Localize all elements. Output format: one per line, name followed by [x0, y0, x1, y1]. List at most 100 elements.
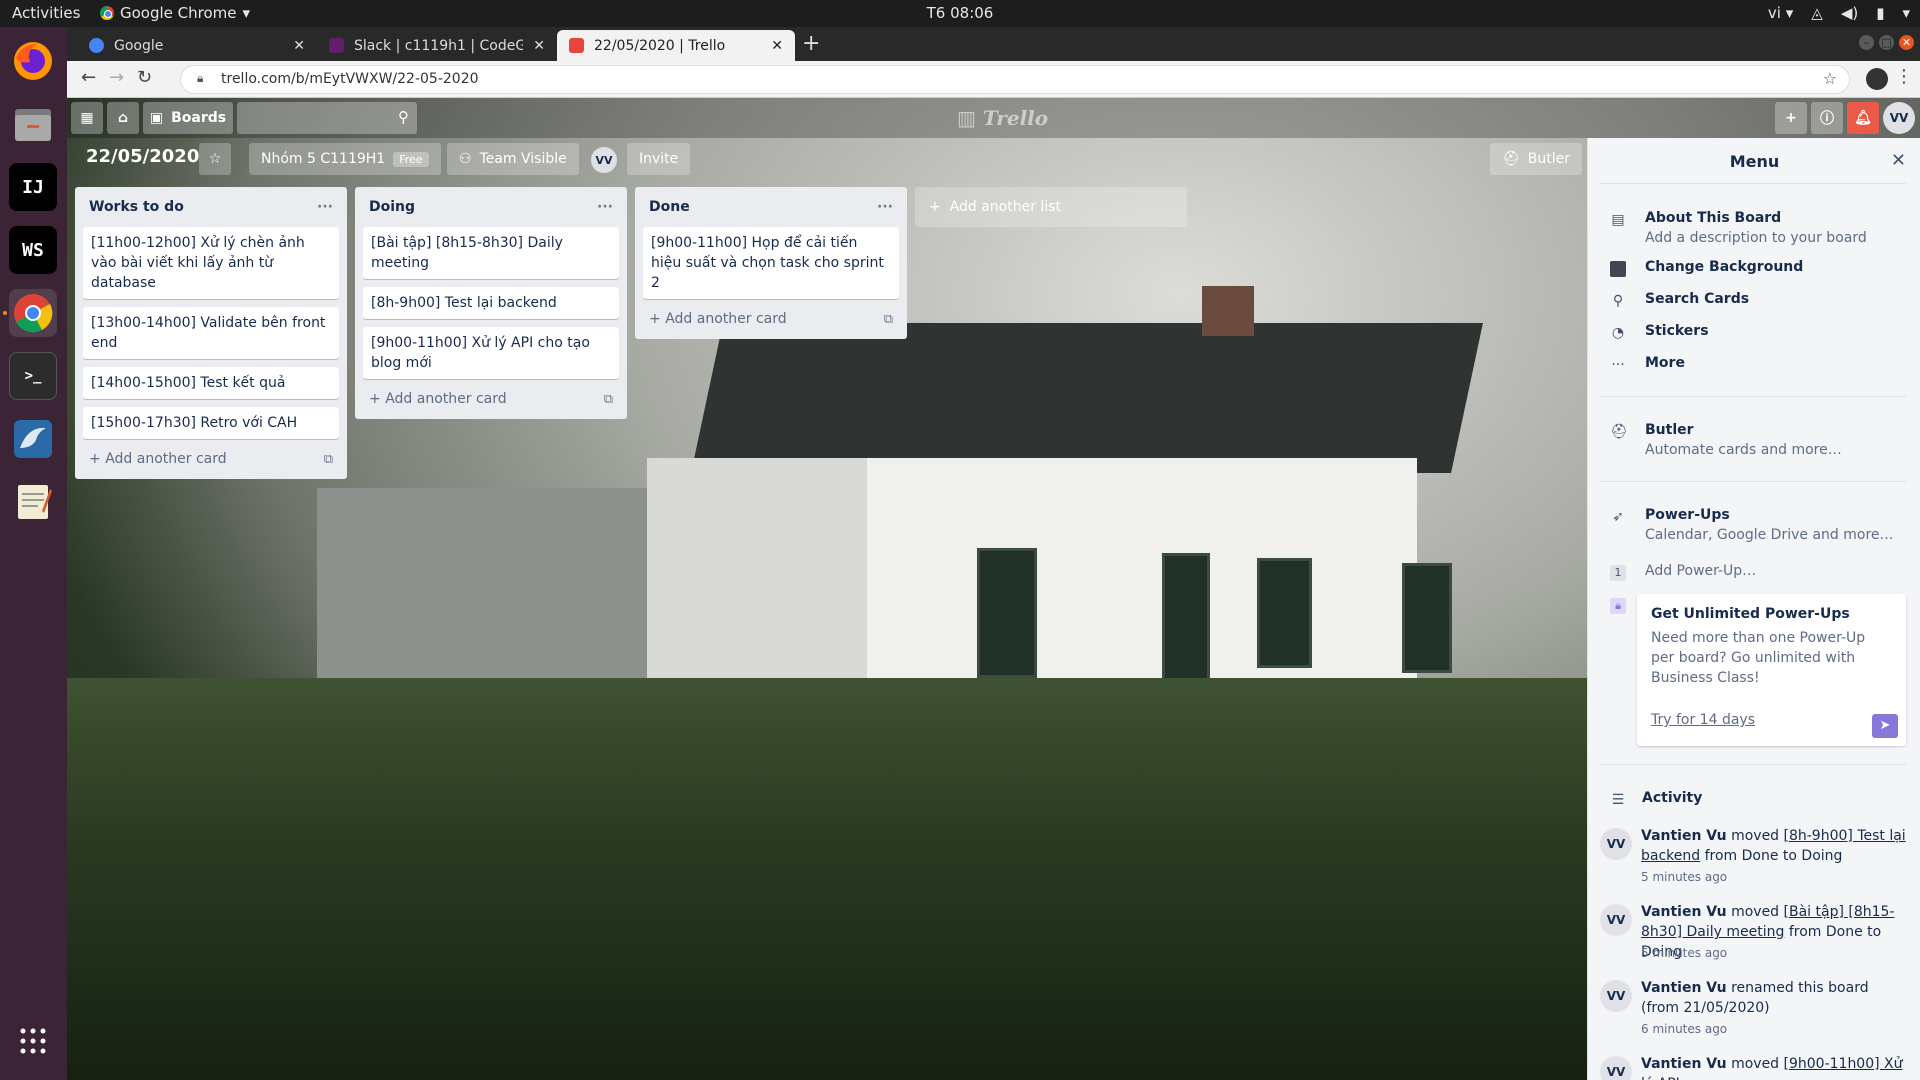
- back-arrow-icon[interactable]: ←: [81, 67, 96, 88]
- list-title[interactable]: Doing: [369, 199, 415, 215]
- list-menu-icon[interactable]: ···: [597, 199, 613, 215]
- list-header[interactable]: Doing ···: [363, 187, 619, 227]
- team-button[interactable]: Nhóm 5 C1119H1 Free: [249, 143, 441, 175]
- butler-button[interactable]: ⛑︎ Butler: [1490, 143, 1583, 175]
- boards-button[interactable]: ▣ Boards: [143, 102, 233, 134]
- user-avatar[interactable]: VV: [1883, 102, 1915, 134]
- text-editor-icon[interactable]: [9, 478, 57, 526]
- close-tab-icon[interactable]: ✕: [771, 38, 783, 54]
- try-free-link[interactable]: Try for 14 days: [1651, 712, 1755, 728]
- card[interactable]: [14h00-15h00] Test kết quả: [83, 367, 339, 399]
- trello-logo[interactable]: ▥ Trello: [957, 106, 1048, 130]
- card[interactable]: [15h00-17h30] Retro với CAH: [83, 407, 339, 439]
- volume-icon[interactable]: ◀): [1841, 4, 1858, 22]
- activities-button[interactable]: Activities: [12, 4, 80, 22]
- send-icon[interactable]: ➤: [1872, 714, 1898, 738]
- new-tab-button[interactable]: +: [802, 31, 820, 56]
- menu-item-more[interactable]: ··· More: [1610, 355, 1910, 375]
- files-icon[interactable]: [9, 100, 57, 148]
- network-icon[interactable]: ◬: [1811, 4, 1823, 22]
- keyboard-layout-indicator[interactable]: vi ▾: [1768, 4, 1793, 22]
- invite-button[interactable]: Invite: [627, 143, 691, 175]
- tab-google[interactable]: Google ✕: [77, 30, 317, 61]
- activity-avatar[interactable]: VV: [1600, 980, 1632, 1012]
- add-card-button[interactable]: + Add another card ⧉: [83, 447, 339, 471]
- card[interactable]: [13h00-14h00] Validate bên front end: [83, 307, 339, 359]
- forward-arrow-icon[interactable]: →: [109, 67, 124, 88]
- close-icon[interactable]: ✕: [1891, 150, 1906, 171]
- menu-item-stickers[interactable]: ◔ Stickers: [1610, 323, 1910, 343]
- activity-time[interactable]: 5 minutes ago: [1641, 946, 1727, 960]
- tab-slack[interactable]: Slack | c1119h1 | CodeGym ✕: [317, 30, 557, 61]
- add-power-up-button[interactable]: 1 Add Power-Up…: [1610, 563, 1910, 583]
- list-menu-icon[interactable]: ···: [877, 199, 893, 215]
- activity-user[interactable]: Vantien Vu: [1641, 904, 1727, 920]
- activity-time[interactable]: 5 minutes ago: [1641, 870, 1727, 884]
- add-card-button[interactable]: + Add another card ⧉: [643, 307, 899, 331]
- search-icon[interactable]: ⚲: [398, 108, 409, 126]
- card-template-icon[interactable]: ⧉: [884, 312, 893, 327]
- tab-title: Google: [114, 37, 164, 54]
- list-title[interactable]: Done: [649, 199, 690, 215]
- app-menu[interactable]: Google Chrome ▾: [100, 4, 250, 22]
- list-menu-icon[interactable]: ···: [317, 199, 333, 215]
- board-title[interactable]: 22/05/2020: [86, 146, 199, 167]
- tab-trello[interactable]: 22/05/2020 | Trello ✕: [557, 30, 795, 61]
- search-input[interactable]: ⚲: [237, 102, 417, 134]
- list-title[interactable]: Works to do: [89, 199, 184, 215]
- notification-bell-icon[interactable]: 🔔︎: [1847, 102, 1879, 134]
- apps-grid-icon[interactable]: ▦: [71, 102, 103, 134]
- menu-item-butler[interactable]: ⛑︎ Butler Automate cards and more…: [1610, 422, 1910, 460]
- chrome-icon[interactable]: [9, 289, 57, 337]
- card-template-icon[interactable]: ⧉: [604, 392, 613, 407]
- activity-user[interactable]: Vantien Vu: [1641, 1056, 1727, 1072]
- activity-user[interactable]: Vantien Vu: [1641, 828, 1727, 844]
- activity-time[interactable]: 6 minutes ago: [1641, 1022, 1727, 1036]
- profile-avatar[interactable]: [1866, 68, 1888, 90]
- close-tab-icon[interactable]: ✕: [293, 38, 305, 54]
- add-card-button[interactable]: + Add another card ⧉: [363, 387, 619, 411]
- add-list-button[interactable]: + Add another list: [915, 187, 1187, 227]
- card[interactable]: [8h-9h00] Test lại backend: [363, 287, 619, 319]
- mysql-workbench-icon[interactable]: [9, 415, 57, 463]
- minimize-window-icon[interactable]: –: [1859, 35, 1874, 50]
- card[interactable]: [11h00-12h00] Xử lý chèn ảnh vào bài viế…: [83, 227, 339, 299]
- card[interactable]: [9h00-11h00] Xử lý API cho tạo blog mới: [363, 327, 619, 379]
- card[interactable]: [9h00-11h00] Họp để cải tiến hiệu suất v…: [643, 227, 899, 299]
- kebab-menu-icon[interactable]: ⋮: [1895, 66, 1913, 87]
- card[interactable]: [Bài tập] [8h15-8h30] Daily meeting: [363, 227, 619, 279]
- close-window-icon[interactable]: ✕: [1899, 35, 1914, 50]
- address-bar[interactable]: 🔒︎ trello.com/b/mEytVWXW/22-05-2020 ☆: [180, 65, 1850, 94]
- board-member-avatar[interactable]: VV: [591, 147, 617, 173]
- reload-icon[interactable]: ↻: [137, 67, 152, 88]
- card-template-icon[interactable]: ⧉: [324, 452, 333, 467]
- clock[interactable]: T6 08:06: [0, 4, 1920, 22]
- activity-avatar[interactable]: VV: [1600, 828, 1632, 860]
- list-header[interactable]: Done ···: [643, 187, 899, 227]
- bookmark-star-icon[interactable]: ☆: [1823, 69, 1837, 88]
- terminal-icon[interactable]: >_: [9, 352, 57, 400]
- star-board-icon[interactable]: ☆: [199, 143, 231, 175]
- power-menu-icon[interactable]: ▾: [1902, 4, 1910, 22]
- menu-item-change-background[interactable]: Change Background: [1610, 259, 1910, 279]
- menu-item-about-board[interactable]: ▤ About This Board Add a description to …: [1610, 210, 1910, 248]
- create-plus-icon[interactable]: +: [1775, 102, 1807, 134]
- close-tab-icon[interactable]: ✕: [533, 38, 545, 54]
- menu-item-power-ups[interactable]: ➶ Power-Ups Calendar, Google Drive and m…: [1610, 507, 1910, 545]
- browser-tab-strip: Google ✕ Slack | c1119h1 | CodeGym ✕ 22/…: [67, 27, 1920, 61]
- visibility-button[interactable]: ⚇ Team Visible: [447, 143, 579, 175]
- firefox-icon[interactable]: [9, 37, 57, 85]
- activity-user[interactable]: Vantien Vu: [1641, 980, 1727, 996]
- system-tray[interactable]: vi ▾ ◬ ◀) ▮ ▾: [1768, 4, 1910, 22]
- show-applications-icon[interactable]: [9, 1017, 57, 1065]
- list-header[interactable]: Works to do ···: [83, 187, 339, 227]
- info-icon[interactable]: ⓘ: [1811, 102, 1843, 134]
- activity-avatar[interactable]: VV: [1600, 1056, 1632, 1080]
- activity-avatar[interactable]: VV: [1600, 904, 1632, 936]
- maximize-window-icon[interactable]: □: [1879, 35, 1894, 50]
- webstorm-icon[interactable]: WS: [9, 226, 57, 274]
- home-icon[interactable]: ⌂: [107, 102, 139, 134]
- intellij-icon[interactable]: IJ: [9, 163, 57, 211]
- menu-item-search-cards[interactable]: ⚲ Search Cards: [1610, 291, 1910, 311]
- battery-icon[interactable]: ▮: [1876, 4, 1884, 22]
